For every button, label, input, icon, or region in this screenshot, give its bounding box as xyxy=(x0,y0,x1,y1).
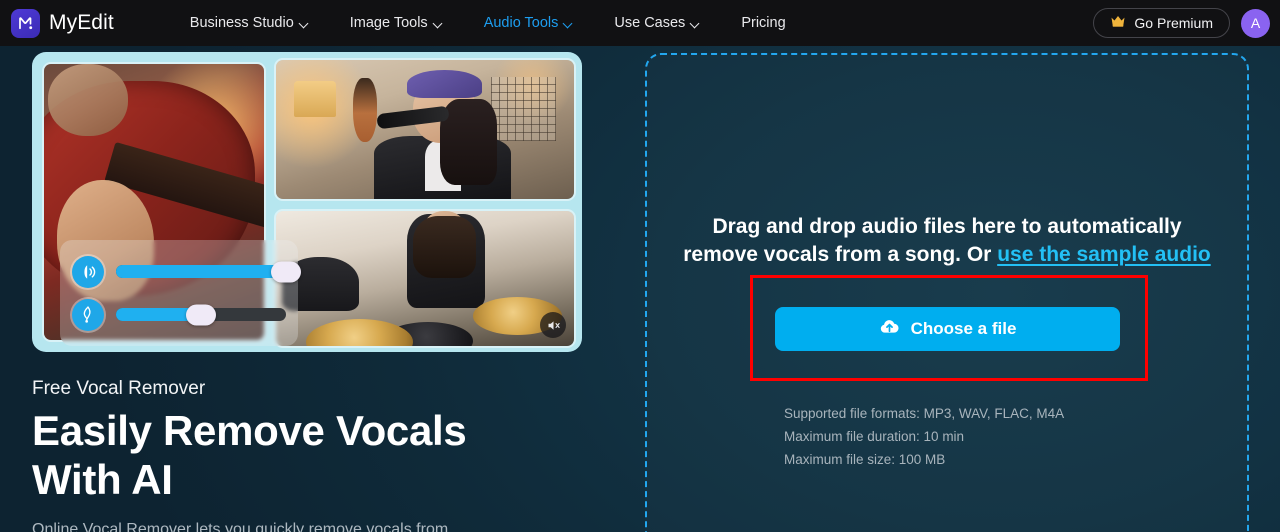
vocal-slider-knob[interactable] xyxy=(271,261,301,282)
hero-media-card[interactable]: Vocal level xyxy=(32,52,582,352)
nav-label: Use Cases xyxy=(614,15,686,31)
chevron-down-icon xyxy=(691,19,701,29)
myedit-logo-icon xyxy=(11,8,40,38)
nav-label: Audio Tools xyxy=(483,15,559,31)
brand-name: MyEdit xyxy=(49,11,114,34)
page-title: Easily Remove Vocals With AI xyxy=(32,407,467,504)
go-premium-label: Go Premium xyxy=(1134,15,1213,31)
top-navigation-bar: MyEdit Business Studio Image Tools Audio… xyxy=(0,0,1280,46)
nav-label: Business Studio xyxy=(189,15,294,31)
cloud-upload-icon xyxy=(879,318,900,340)
brand-logo[interactable]: MyEdit xyxy=(11,8,114,38)
crown-icon xyxy=(1110,15,1126,31)
dropzone-headline-line1: Drag and drop audio files here to automa… xyxy=(712,215,1182,238)
avatar-initial: A xyxy=(1250,15,1261,31)
avatar[interactable]: A xyxy=(1241,8,1270,38)
hero-eyebrow: Free Vocal Remover xyxy=(32,378,206,399)
supported-formats-text: Supported file formats: MP3, WAV, FLAC, … xyxy=(784,406,1065,421)
chevron-down-icon xyxy=(300,19,310,29)
music-slider-knob[interactable] xyxy=(186,304,216,325)
dropzone-headline: Drag and drop audio files here to automa… xyxy=(647,213,1247,268)
vocalist-singing-photo xyxy=(274,58,576,201)
page-root: MyEdit Business Studio Image Tools Audio… xyxy=(0,0,1280,532)
music-slider-row[interactable]: Music level xyxy=(72,297,286,333)
voice-wave-icon xyxy=(72,255,104,288)
nav-item-use-cases[interactable]: Use Cases xyxy=(594,9,721,37)
go-premium-button[interactable]: Go Premium xyxy=(1093,8,1230,38)
nav-label: Pricing xyxy=(741,15,786,31)
chevron-down-icon xyxy=(564,19,574,29)
photo-collage: Vocal level xyxy=(38,58,576,348)
nav-right-cluster: Go Premium A xyxy=(1093,0,1270,46)
nav-item-audio-tools[interactable]: Audio Tools xyxy=(464,9,595,37)
nav-item-business-studio[interactable]: Business Studio xyxy=(170,9,330,37)
dropzone-headline-line2: remove vocals from a song. Or xyxy=(683,242,998,266)
nav-links: Business Studio Image Tools Audio Tools … xyxy=(170,9,806,37)
vocal-slider-track[interactable] xyxy=(116,261,301,282)
music-slider-track[interactable] xyxy=(116,304,286,325)
choose-a-file-label: Choose a file xyxy=(910,319,1017,338)
drummer-photo xyxy=(274,209,576,348)
max-size-text: Maximum file size: 100 MB xyxy=(784,452,946,467)
mute-speaker-icon[interactable] xyxy=(540,312,566,338)
file-requirements: Supported file formats: MP3, WAV, FLAC, … xyxy=(784,402,1064,471)
vocal-slider-row[interactable]: Vocal level xyxy=(72,254,301,290)
audio-mix-sliders: Vocal level xyxy=(60,240,301,346)
nav-item-pricing[interactable]: Pricing xyxy=(721,9,805,37)
choose-a-file-button[interactable]: Choose a file xyxy=(775,307,1120,351)
hero-left-column: Vocal level xyxy=(32,52,582,532)
nav-item-image-tools[interactable]: Image Tools xyxy=(330,9,464,37)
chevron-down-icon xyxy=(434,19,444,29)
music-note-icon xyxy=(72,298,104,331)
nav-label: Image Tools xyxy=(349,15,428,31)
use-sample-audio-link[interactable]: use the sample audio xyxy=(997,243,1211,266)
hero-subtitle: Online Vocal Remover lets you quickly re… xyxy=(32,521,449,532)
max-duration-text: Maximum file duration: 10 min xyxy=(784,429,965,444)
